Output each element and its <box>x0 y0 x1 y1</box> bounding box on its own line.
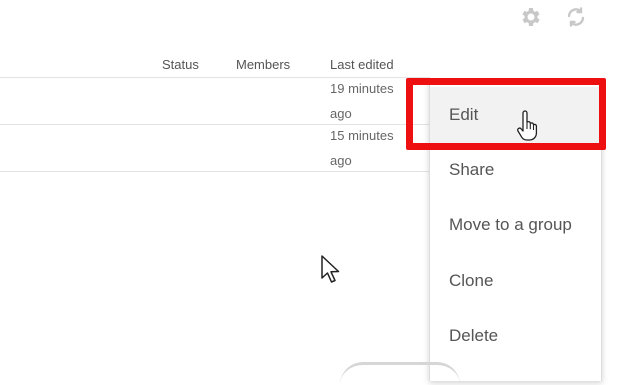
highlight-box <box>406 78 606 150</box>
menu-item-delete[interactable]: Delete <box>430 308 601 364</box>
settings-gear-icon[interactable] <box>517 4 543 30</box>
arrow-cursor-icon <box>321 255 340 283</box>
row-divider <box>0 171 430 172</box>
column-header-last-edited[interactable]: Last edited <box>330 57 394 72</box>
menu-item-clone[interactable]: Clone <box>430 253 601 309</box>
column-header-status[interactable]: Status <box>162 57 199 72</box>
sync-icon[interactable] <box>563 4 589 30</box>
menu-item-move-to-group[interactable]: Move to a group <box>430 197 601 253</box>
menu-item-share[interactable]: Share <box>430 142 601 198</box>
partial-circle-shape <box>340 362 460 385</box>
column-header-members[interactable]: Members <box>236 57 290 72</box>
